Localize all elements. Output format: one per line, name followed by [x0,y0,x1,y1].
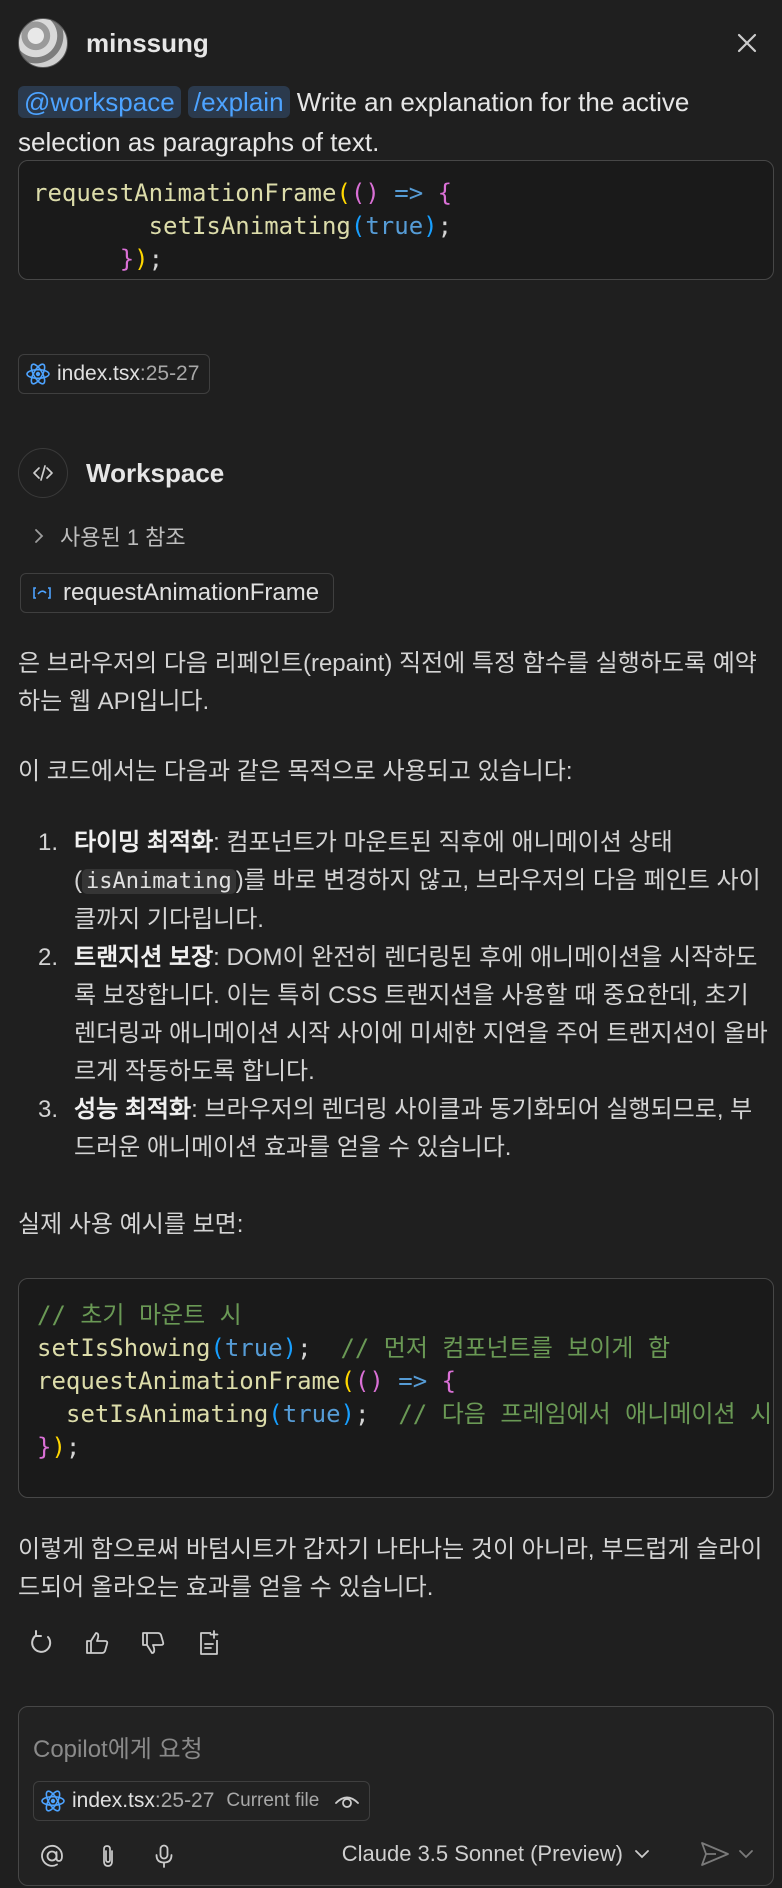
command-chip[interactable]: /explain [187,86,290,118]
example-code-block: // 초기 마운트 시 setIsShowing(true); // 먼저 컴포… [18,1278,774,1498]
code-line: requestAnimationFrame(() => { [37,1367,457,1395]
file-reference-chip[interactable]: index.tsx:25-27 [18,354,211,394]
example-heading: 실제 사용 예시를 보면: [18,1211,244,1238]
avatar [18,18,68,68]
code-line: setIsShowing(true); // 먼저 컴포넌트를 보이게 함 [37,1334,671,1362]
agent-title: Workspace [86,457,225,488]
at-mention-icon[interactable] [39,1843,65,1869]
list-item: 3. 성능 최적화: 브라우저의 렌더링 사이클과 동기화되어 실행되므로, 부… [38,1096,753,1161]
code-line: // 초기 마운트 시 [37,1301,242,1329]
user-prompt: @workspace /explain Write an explanation… [18,82,764,162]
microphone-icon[interactable] [151,1843,177,1869]
symbol-method-icon [33,587,51,599]
conclusion-paragraph: 이렇게 함으로써 바텀시트가 갑자기 나타나는 것이 아니라, 부드럽게 슬라이… [18,1536,763,1601]
purpose-heading: 이 코드에서는 다음과 같은 목적으로 사용되고 있습니다: [18,758,573,785]
chevron-right-icon [35,529,44,543]
input-toolbar: Claude 3.5 Sonnet (Preview) [39,1839,755,1873]
send-icon [701,1842,729,1866]
symbol-chip[interactable]: requestAnimationFrame [20,573,335,613]
file-lines: :25-27 [139,362,200,385]
references-toggle[interactable]: 사용된 1 참조 [32,520,186,552]
selection-code-block: requestAnimationFrame(() => { setIsAnima… [18,160,774,280]
workspace-chip[interactable]: @workspace [18,86,181,118]
context-file-chip[interactable]: index.tsx:25-27 Current file [33,1781,371,1821]
explanation-list: 1. 타이밍 최적화: 컴포넌트가 마운트된 직후에 애니메이션 상태(isAn… [38,824,768,1167]
chat-header: minssung [18,16,764,70]
file-name: index.tsx [57,362,140,385]
intro-paragraph: 은 브라우저의 다음 리페인트(repaint) 직전에 특정 함수를 실행하도… [18,650,757,715]
references-label: 사용된 1 참조 [60,525,186,550]
react-icon [26,363,50,385]
model-picker[interactable]: Claude 3.5 Sonnet (Preview) [342,1841,651,1867]
code-line: }); [119,245,164,273]
close-icon[interactable] [730,26,764,60]
agent-header: Workspace [18,448,224,498]
username: minssung [86,27,209,58]
attach-icon[interactable] [95,1843,121,1869]
code-line: requestAnimationFrame(() => { [33,179,453,207]
response-actions [26,1628,224,1658]
code-line: setIsAnimating(true); [33,212,453,240]
inline-code: isAnimating [82,869,236,894]
chevron-down-icon[interactable] [737,1847,755,1861]
react-icon [41,1790,65,1812]
chevron-down-icon [635,1850,649,1859]
retry-icon[interactable] [26,1628,56,1658]
code-icon [18,448,68,498]
code-line: setIsAnimating(true); // 다음 프레임에서 애니메이션 … [66,1400,774,1428]
chat-input[interactable]: Copilot에게 요청 [33,1729,203,1764]
send-button[interactable] [699,1839,755,1869]
model-name: Claude 3.5 Sonnet (Preview) [341,1841,623,1866]
thumbs-down-icon[interactable] [138,1628,168,1658]
symbol-name: requestAnimationFrame [63,579,320,606]
context-file-name: index.tsx [72,1789,155,1812]
context-file-lines: :25-27 [154,1789,215,1812]
thumbs-up-icon[interactable] [82,1628,112,1658]
current-file-label: Current file [226,1790,320,1811]
list-item: 1. 타이밍 최적화: 컴포넌트가 마운트된 직후에 애니메이션 상태(isAn… [38,829,761,933]
eye-icon[interactable] [333,1791,361,1811]
code-line: }); [37,1433,81,1461]
insert-into-file-icon[interactable] [194,1628,224,1658]
chat-input-box[interactable]: Copilot에게 요청 index.tsx:25-27 Current fil… [18,1706,774,1886]
list-item: 2. 트랜지션 보장: DOM이 완전히 렌더링된 후에 애니메이션을 시작하도… [38,944,768,1085]
